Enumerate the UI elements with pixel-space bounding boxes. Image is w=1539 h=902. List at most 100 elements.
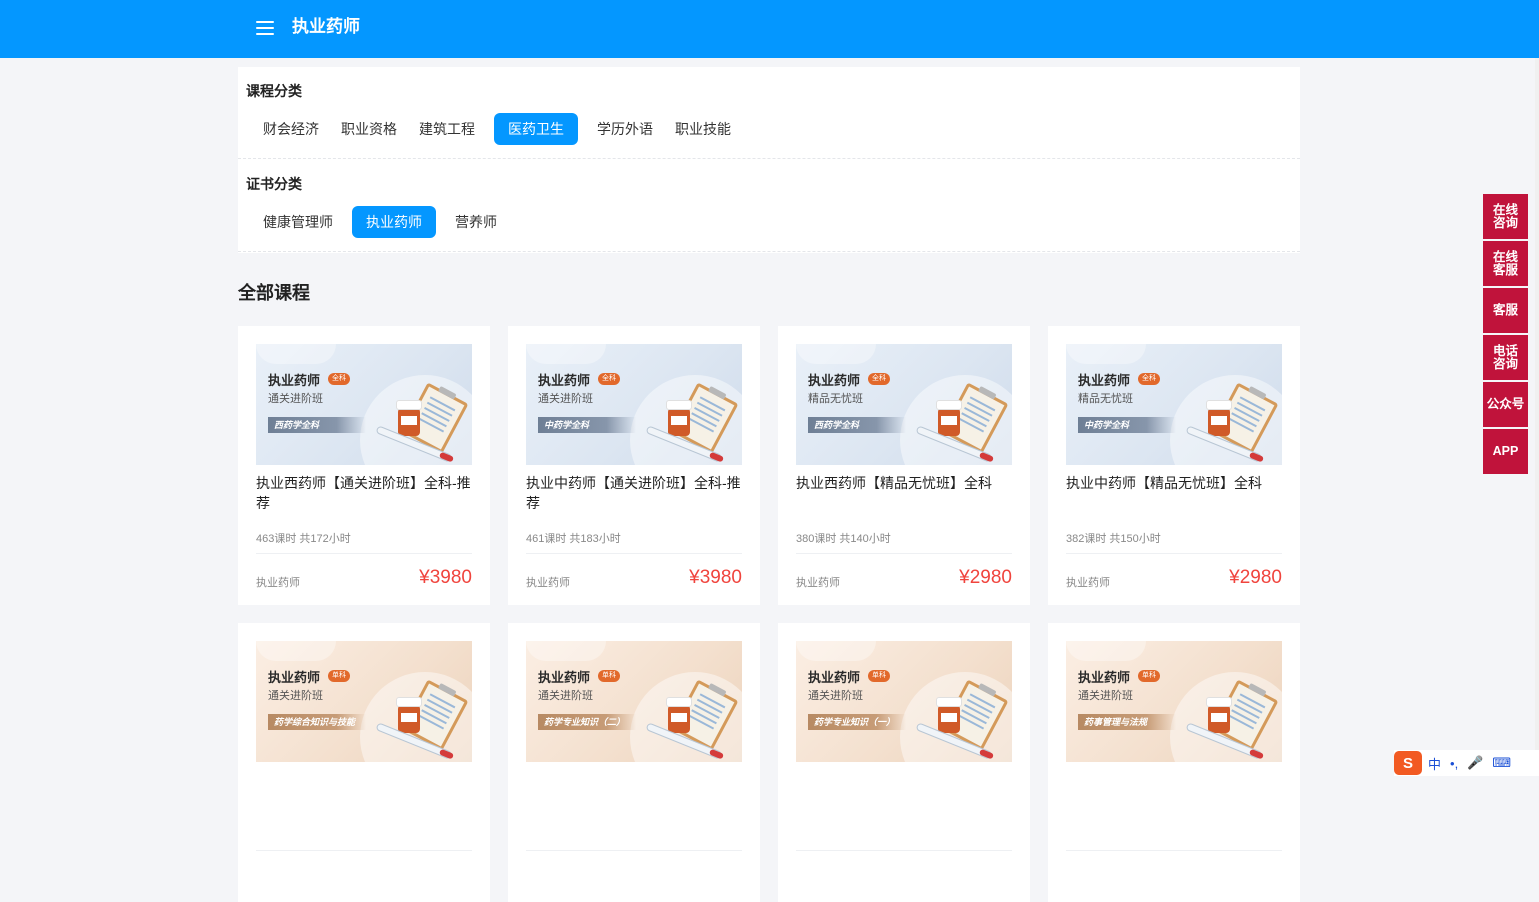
float-button-2[interactable]: 客服	[1483, 288, 1528, 333]
course-card[interactable]: 执业药师 全科 通关进阶班 西药学全科 执业西药师【通关进阶班】全科-推荐 463课时 共…	[238, 326, 490, 605]
medicine-bottle-icon	[667, 698, 691, 733]
thumb-title: 执业药师	[1078, 670, 1131, 685]
ime-punctuation-toggle[interactable]: •,	[1450, 756, 1458, 771]
course-lessons: 380课时 共140小时	[796, 533, 891, 545]
course-chip-0[interactable]: 财会经济	[252, 113, 330, 145]
course-category-chips: 财会经济 职业资格 建筑工程 医药卫生 学历外语 职业技能	[252, 113, 742, 145]
page-title: 执业药师	[292, 17, 360, 36]
float-button-5[interactable]: APP	[1483, 429, 1528, 474]
medicine-bottle-icon	[937, 401, 961, 436]
medicine-bottle-icon	[937, 698, 961, 733]
certificate-category-heading: 证书分类	[246, 176, 302, 192]
course-lessons: 463课时 共172小时	[256, 533, 351, 545]
course-category: 执业药师	[526, 577, 570, 589]
course-title[interactable]: 执业西药师【精品无忧班】全科	[796, 473, 1012, 493]
course-price: ¥2980	[1229, 567, 1282, 588]
thumb-subtitle: 通关进阶班	[1078, 690, 1133, 702]
thumb-subtitle: 精品无忧班	[1078, 393, 1133, 405]
course-category: 执业药师	[256, 577, 300, 589]
course-category-heading: 课程分类	[246, 83, 302, 99]
course-thumbnail[interactable]: 执业药师 全科 通关进阶班中药学全科	[526, 344, 742, 465]
thumb-title: 执业药师	[268, 373, 321, 388]
thumb-title: 执业药师	[268, 670, 321, 685]
course-card[interactable]: 执业药师 全科 精品无忧班 西药学全科执业西药师【精品无忧班】全科 380课时 共140…	[778, 326, 1030, 605]
course-card[interactable]: 执业药师 全科 精品无忧班 中药学全科 执业中药师【精品无忧班】全科 382课时 共150…	[1048, 326, 1300, 605]
filter-panel: 课程分类 财会经济 职业资格 建筑工程 医药卫生 学历外语 职业技能 证书分类 健康管理师…	[238, 67, 1300, 253]
course-category: 执业药师	[1066, 577, 1110, 589]
divider	[1066, 850, 1282, 851]
course-category-filter: 课程分类 财会经济 职业资格 建筑工程 医药卫生 学历外语 职业技能	[238, 67, 1300, 159]
sogou-logo-icon[interactable]: S	[1394, 751, 1422, 775]
divider	[796, 553, 1012, 554]
course-chip-2[interactable]: 建筑工程	[408, 113, 486, 145]
thumb-tag: 西药学全科	[268, 417, 366, 433]
thumb-decoration	[796, 641, 876, 661]
thumb-decoration	[526, 641, 606, 661]
thumb-title: 执业药师	[538, 670, 591, 685]
scrollbar[interactable]	[1535, 58, 1539, 776]
thumb-decoration	[526, 344, 606, 364]
hamburger-menu-icon[interactable]	[256, 21, 274, 35]
thumb-badge: 全科	[598, 373, 620, 385]
medicine-bottle-icon	[397, 698, 421, 733]
float-button-1[interactable]: 在线 客服	[1483, 241, 1528, 286]
course-thumbnail[interactable]: 执业药师 全科 精品无忧班 西药学全科	[796, 344, 1012, 465]
thumb-badge: 单科	[868, 670, 890, 682]
course-thumbnail[interactable]: 执业药师 单科 通关进阶班 药学专业知识（一）	[796, 641, 1012, 762]
thumb-tag: 药学专业知识（二）	[538, 714, 636, 730]
course-title[interactable]: 执业中药师【通关进阶班】全科-推荐	[526, 473, 742, 513]
thumb-tag: 药学综合知识与技能	[268, 714, 366, 730]
course-chip-1[interactable]: 职业资格	[330, 113, 408, 145]
thumb-badge: 全科	[1138, 373, 1160, 385]
course-card[interactable]: 执业药师 单科 通关进阶班 药学专业知识（二）	[508, 623, 760, 902]
thumb-badge: 全科	[328, 373, 350, 385]
thumb-decoration	[796, 344, 876, 364]
microphone-icon[interactable]: 🎤	[1467, 755, 1483, 771]
thumb-decoration	[1066, 641, 1146, 661]
keyboard-icon[interactable]: ⌨	[1492, 755, 1511, 771]
top-app-bar: 执业药师	[0, 0, 1539, 58]
thumb-badge: 全科	[868, 373, 890, 385]
thumb-title: 执业药师	[538, 373, 591, 388]
medicine-bottle-icon	[1207, 401, 1231, 436]
thumb-subtitle: 通关进阶班	[268, 690, 323, 702]
course-thumbnail[interactable]: 执业药师 单科 通关进阶班 药学专业知识（二）	[526, 641, 742, 762]
cert-chip-0[interactable]: 健康管理师	[252, 206, 344, 238]
thumb-badge: 单科	[1138, 670, 1160, 682]
course-price: ¥3980	[419, 567, 472, 588]
course-card[interactable]: 执业药师 单科 通关进阶班 药学专业知识（一）	[778, 623, 1030, 902]
course-thumbnail[interactable]: 执业药师 单科 通关进阶班 药事管理与法规	[1066, 641, 1282, 762]
course-chip-5[interactable]: 职业技能	[664, 113, 742, 145]
course-category: 执业药师	[796, 577, 840, 589]
course-lessons: 461课时 共183小时	[526, 533, 621, 545]
thumb-tag: 中药学全科	[1078, 417, 1176, 433]
course-chip-3[interactable]: 医药卫生	[494, 113, 578, 145]
thumb-subtitle: 通关进阶班	[268, 393, 323, 405]
course-title[interactable]: 执业西药师【通关进阶班】全科-推荐	[256, 473, 472, 513]
cert-chip-2[interactable]: 营养师	[444, 206, 508, 238]
cert-chip-1[interactable]: 执业药师	[352, 206, 436, 238]
float-button-0[interactable]: 在线 咨询	[1483, 194, 1528, 239]
thumb-decoration	[256, 344, 336, 364]
thumb-tag: 中药学全科	[538, 417, 636, 433]
course-thumbnail[interactable]: 执业药师 单科 通关进阶班药学综合知识与技能	[256, 641, 472, 762]
course-thumbnail[interactable]: 执业药师 全科 通关进阶班西药学全科	[256, 344, 472, 465]
certificate-category-filter: 证书分类 健康管理师 执业药师 营养师	[238, 160, 1300, 252]
ime-mode-toggle[interactable]: 中	[1428, 754, 1441, 773]
course-card[interactable]: 执业药师 单科 通关进阶班药学综合知识与技能	[238, 623, 490, 902]
thumb-subtitle: 通关进阶班	[538, 393, 593, 405]
course-thumbnail[interactable]: 执业药师 全科 精品无忧班 中药学全科	[1066, 344, 1282, 465]
divider	[256, 553, 472, 554]
medicine-bottle-icon	[397, 401, 421, 436]
thumb-badge: 单科	[328, 670, 350, 682]
float-button-3[interactable]: 电话 咨询	[1483, 335, 1528, 380]
course-title[interactable]: 执业中药师【精品无忧班】全科	[1066, 473, 1282, 493]
course-chip-4[interactable]: 学历外语	[586, 113, 664, 145]
thumb-decoration	[1066, 344, 1146, 364]
course-card[interactable]: 执业药师 全科 通关进阶班 中药学全科 执业中药师【通关进阶班】全科-推荐 461课时 共…	[508, 326, 760, 605]
float-button-4[interactable]: 公众号	[1483, 382, 1528, 427]
thumb-subtitle: 通关进阶班	[538, 690, 593, 702]
divider	[526, 850, 742, 851]
divider	[256, 850, 472, 851]
course-card[interactable]: 执业药师 单科 通关进阶班 药事管理与法规	[1048, 623, 1300, 902]
